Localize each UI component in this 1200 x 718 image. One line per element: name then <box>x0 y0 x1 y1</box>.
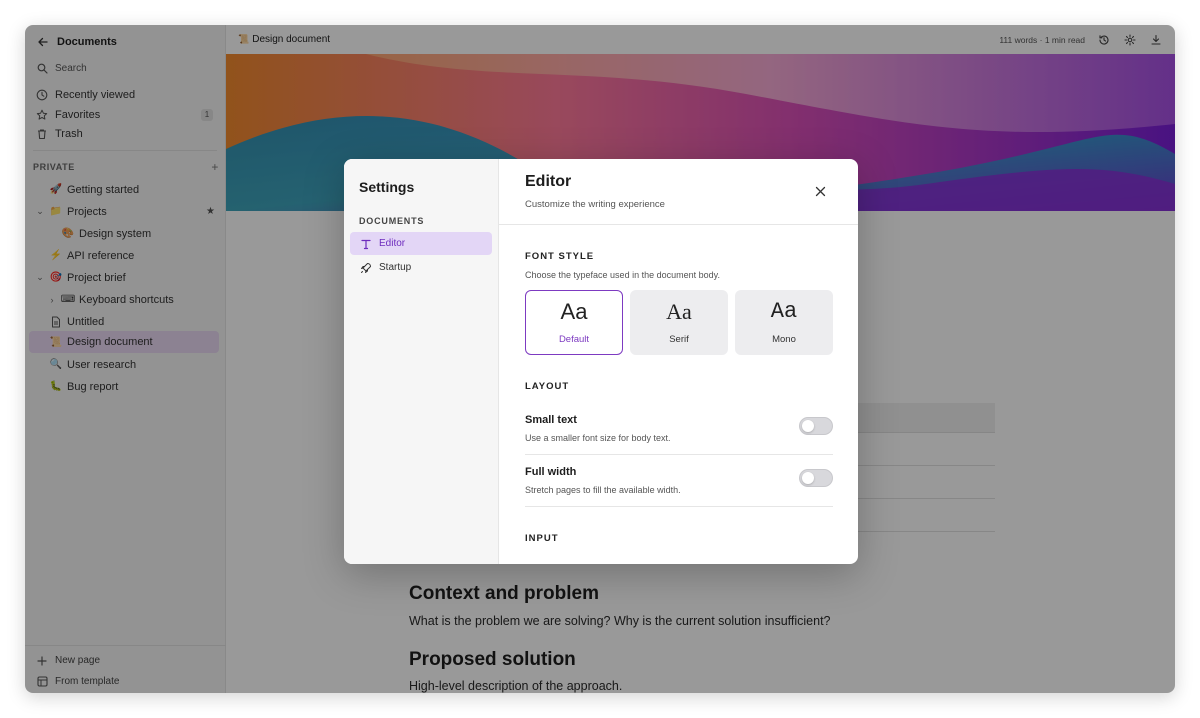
input-heading: INPUT <box>525 533 559 544</box>
settings-group-label: DOCUMENTS <box>359 216 425 226</box>
settings-nav-label: Editor <box>379 238 406 249</box>
settings-nav-editor[interactable]: Editor <box>350 232 492 255</box>
font-sample: Aa <box>560 298 588 324</box>
panel-title: Editor <box>525 173 572 190</box>
toggle-knob <box>802 420 814 432</box>
font-option-label: Mono <box>772 333 796 345</box>
font-style-heading: FONT STYLE <box>525 251 595 262</box>
settings-nav-label: Startup <box>379 262 412 273</box>
settings-title: Settings <box>359 179 415 195</box>
text-t-icon <box>359 237 373 251</box>
font-option-serif[interactable]: Aa Serif <box>630 290 728 355</box>
settings-divider <box>525 506 833 507</box>
font-option-label: Default <box>558 333 590 345</box>
settings-panel-header: Editor Customize the writing experience <box>499 159 858 225</box>
close-icon[interactable] <box>813 184 827 198</box>
small-text-title: Small text <box>525 414 577 426</box>
settings-sidebar: Settings DOCUMENTS Editor Startup <box>344 159 499 564</box>
rocket-icon <box>359 261 373 275</box>
full-width-description: Stretch pages to fill the available widt… <box>525 485 681 495</box>
font-sample: Aa <box>770 298 798 324</box>
panel-subtitle: Customize the writing experience <box>525 199 665 210</box>
full-width-toggle[interactable] <box>799 469 833 487</box>
toggle-knob <box>802 472 814 484</box>
small-text-description: Use a smaller font size for body text. <box>525 433 671 443</box>
font-option-mono[interactable]: Aa Mono <box>735 290 833 355</box>
settings-divider <box>525 454 833 455</box>
settings-nav-startup[interactable]: Startup <box>350 256 492 279</box>
settings-panel: Editor Customize the writing experience … <box>499 159 858 564</box>
font-option-label: Serif <box>669 333 689 345</box>
font-style-description: Choose the typeface used in the document… <box>525 270 720 280</box>
settings-modal: Settings DOCUMENTS Editor Startup Editor… <box>344 159 858 564</box>
small-text-toggle[interactable] <box>799 417 833 435</box>
font-option-default[interactable]: Aa Default <box>525 290 623 355</box>
font-sample: Aa <box>666 298 692 324</box>
full-width-title: Full width <box>525 466 577 478</box>
layout-heading: LAYOUT <box>525 381 570 392</box>
